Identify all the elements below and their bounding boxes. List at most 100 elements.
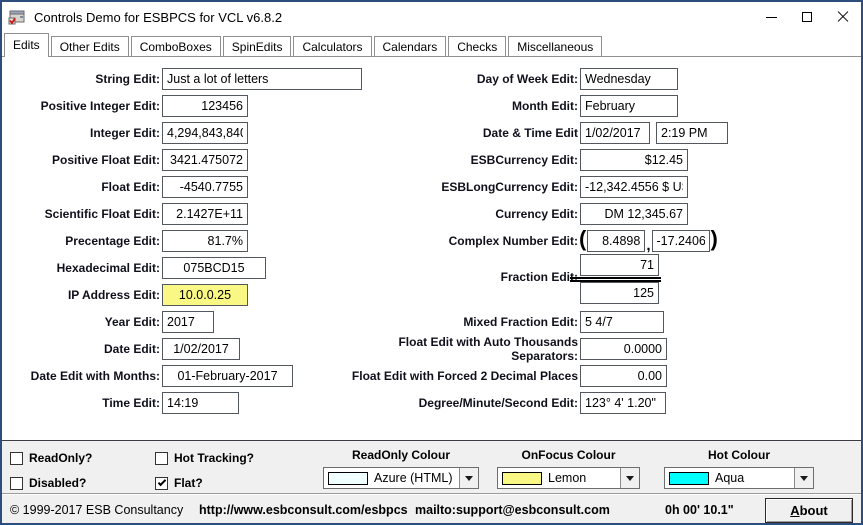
app-icon [8, 8, 26, 26]
hexadecimal-edit-row: Hexadecimal Edit: [2, 257, 266, 279]
degree-minute-second-label: Degree/Minute/Second Edit: [330, 396, 578, 410]
tab-calculators[interactable]: Calculators [293, 36, 371, 56]
date-edit-label: Date Edit: [2, 342, 160, 356]
tab-edits[interactable]: Edits [4, 33, 49, 57]
fraction-denominator-input[interactable] [580, 282, 659, 304]
day-of-week-edit-input[interactable] [580, 68, 678, 90]
integer-edit-input[interactable] [162, 122, 248, 144]
currency-edit-input[interactable] [580, 203, 688, 225]
tab-spinedits[interactable]: SpinEdits [223, 36, 292, 56]
tab-calendars[interactable]: Calendars [374, 36, 447, 56]
window-controls [753, 2, 861, 32]
year-edit-input[interactable] [162, 311, 214, 333]
positive-integer-edit-input[interactable] [162, 95, 248, 117]
scientific-float-edit-input[interactable] [162, 203, 248, 225]
date-time-edit-time-input[interactable] [656, 122, 728, 144]
complex-imaginary-input[interactable] [652, 230, 710, 252]
positive-float-edit-input[interactable] [162, 149, 248, 171]
currency-edit-label: Currency Edit: [330, 207, 578, 221]
month-edit-input[interactable] [580, 95, 678, 117]
precentage-edit-label: Precentage Edit: [2, 234, 160, 248]
window-title: Controls Demo for ESBPCS for VCL v6.8.2 [34, 10, 282, 25]
integer-edit-row: Integer Edit: [2, 122, 248, 144]
readonly-colour-combo[interactable]: Azure (HTML) [323, 467, 479, 489]
colour-swatch [669, 472, 709, 485]
mixed-fraction-edit-label: Mixed Fraction Edit: [330, 315, 578, 329]
mixed-fraction-edit-input[interactable] [580, 311, 664, 333]
fraction-numerator-input[interactable] [580, 254, 659, 276]
checkbox-icon [155, 452, 168, 465]
dropdown-arrow-icon[interactable] [459, 468, 478, 488]
checkbox-checked-icon [155, 477, 168, 490]
about-button[interactable]: About [765, 498, 853, 523]
precentage-edit-input[interactable] [162, 230, 248, 252]
string-edit-row: String Edit: [2, 68, 362, 90]
positive-float-edit-row: Positive Float Edit: [2, 149, 248, 171]
website-url-text: http://www.esbconsult.com/esbpcs [199, 503, 408, 517]
flat-checkbox[interactable]: Flat? [155, 476, 203, 490]
year-edit-row: Year Edit: [2, 311, 214, 333]
string-edit-label: String Edit: [2, 72, 160, 86]
esb-long-currency-edit-input[interactable] [580, 176, 688, 198]
esb-currency-edit-label: ESBCurrency Edit: [330, 153, 578, 167]
month-edit-label: Month Edit: [330, 99, 578, 113]
currency-edit-row: Currency Edit: [330, 203, 688, 225]
esb-currency-edit-input[interactable] [580, 149, 688, 171]
esb-long-currency-edit-label: ESBLongCurrency Edit: [330, 180, 578, 194]
float-auto-thousands-input[interactable] [580, 338, 667, 360]
hot-tracking-checkbox[interactable]: Hot Tracking? [155, 451, 254, 465]
esb-long-currency-edit-row: ESBLongCurrency Edit: [330, 176, 688, 198]
mailto-text: mailto:support@esbconsult.com [415, 503, 610, 517]
open-paren: ( [579, 229, 586, 249]
onfocus-colour-combo[interactable]: Lemon [497, 467, 640, 489]
title-bar: Controls Demo for ESBPCS for VCL v6.8.2 [2, 2, 861, 32]
uptime-text: 0h 00' 10.1" [665, 503, 734, 517]
hot-colour-title: Hot Colour [664, 448, 814, 462]
checkbox-icon [10, 477, 23, 490]
time-edit-row: Time Edit: [2, 392, 239, 414]
date-time-edit-date-input[interactable] [580, 122, 650, 144]
tab-comboboxes[interactable]: ComboBoxes [131, 36, 221, 56]
tab-other-edits[interactable]: Other Edits [51, 36, 129, 56]
complex-number-edit-label: Complex Number Edit: [330, 234, 578, 248]
tab-checks[interactable]: Checks [448, 36, 506, 56]
float-forced-decimals-input[interactable] [580, 365, 667, 387]
date-time-edit-label: Date & Time Edit [330, 126, 578, 140]
degree-minute-second-input[interactable] [580, 392, 666, 414]
complex-number-edit-row: Complex Number Edit: ( , ) [330, 230, 719, 252]
float-edit-row: Float Edit: [2, 176, 248, 198]
maximize-icon[interactable] [789, 2, 825, 32]
float-auto-thousands-label: Float Edit with Auto Thousands Separator… [330, 335, 578, 363]
copyright-text: © 1999-2017 ESB Consultancy [10, 503, 183, 517]
day-of-week-edit-row: Day of Week Edit: [330, 68, 678, 90]
tab-miscellaneous[interactable]: Miscellaneous [508, 36, 602, 56]
time-edit-input[interactable] [162, 392, 239, 414]
ip-address-edit-input[interactable] [162, 284, 248, 306]
minimize-icon[interactable] [753, 2, 789, 32]
time-edit-label: Time Edit: [2, 396, 160, 410]
readonly-checkbox[interactable]: ReadOnly? [10, 451, 92, 465]
degree-minute-second-row: Degree/Minute/Second Edit: [330, 392, 666, 414]
hot-colour-combo[interactable]: Aqua [664, 467, 814, 489]
close-icon[interactable] [825, 2, 861, 32]
ip-address-edit-label: IP Address Edit: [2, 288, 160, 302]
float-edit-input[interactable] [162, 176, 248, 198]
date-edit-input[interactable] [162, 338, 240, 360]
colour-swatch [502, 472, 542, 485]
colour-swatch [328, 472, 368, 485]
disabled-checkbox[interactable]: Disabled? [10, 476, 86, 490]
positive-integer-edit-row: Positive Integer Edit: [2, 95, 248, 117]
hexadecimal-edit-input[interactable] [162, 257, 266, 279]
day-of-week-edit-label: Day of Week Edit: [330, 72, 578, 86]
complex-real-input[interactable] [587, 230, 645, 252]
date-edit-months-input[interactable] [162, 365, 293, 387]
fraction-denominator-row [330, 282, 659, 304]
options-panel: ReadOnly? Disabled? Hot Tracking? Flat? … [2, 440, 861, 523]
date-time-edit-row: Date & Time Edit [330, 122, 728, 144]
integer-edit-label: Integer Edit: [2, 126, 160, 140]
hexadecimal-edit-label: Hexadecimal Edit: [2, 261, 160, 275]
dropdown-arrow-icon[interactable] [620, 468, 639, 488]
date-edit-months-row: Date Edit with Months: [2, 365, 293, 387]
dropdown-arrow-icon[interactable] [794, 468, 813, 488]
scientific-float-edit-label: Scientific Float Edit: [2, 207, 160, 221]
